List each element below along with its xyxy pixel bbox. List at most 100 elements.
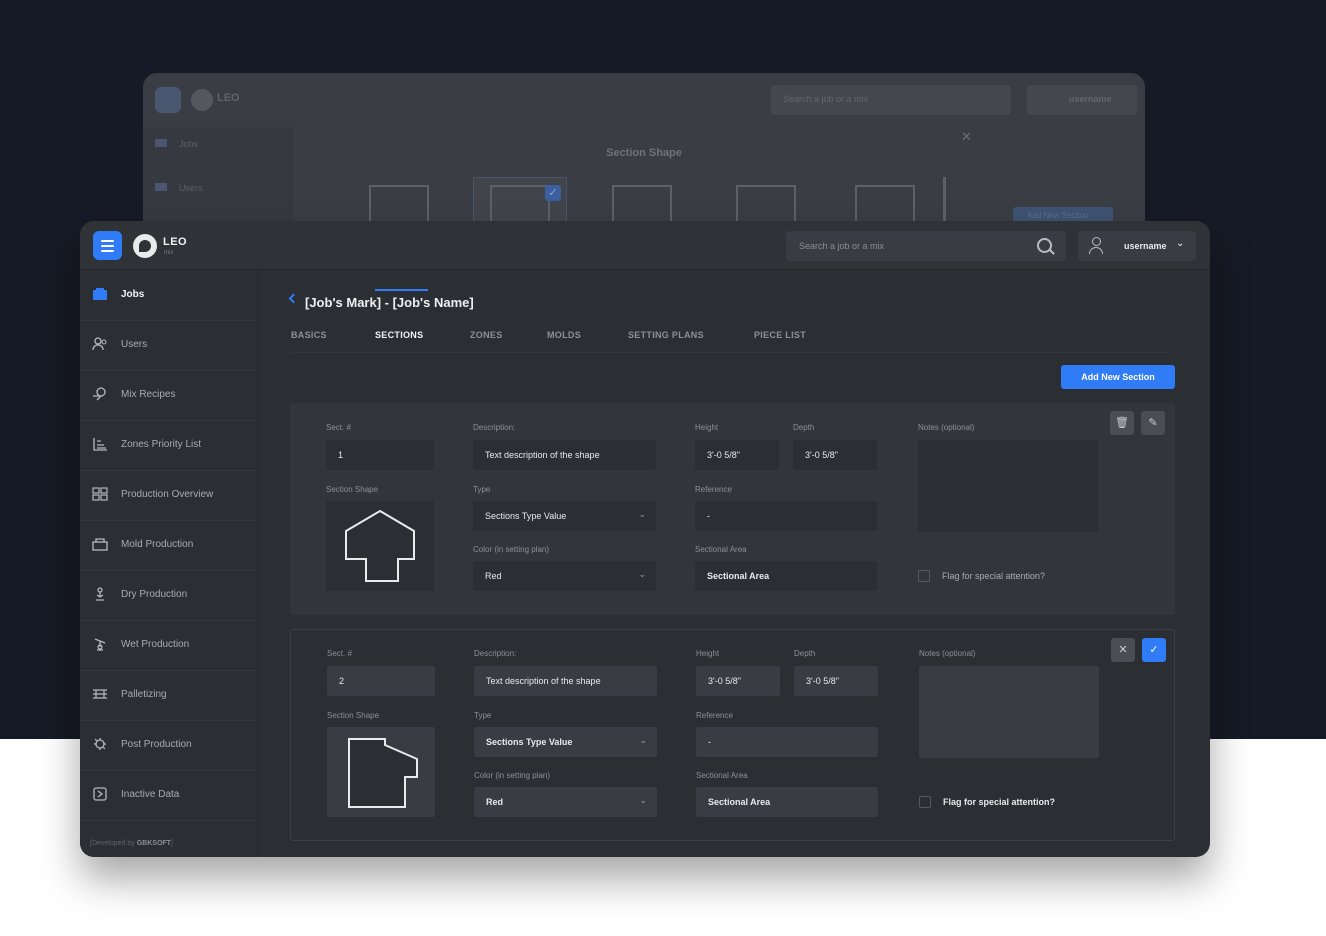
search-placeholder: Search a job or a mix [799,241,885,251]
reference-label: Reference [696,711,733,720]
tab-basics[interactable]: BASICS [291,330,327,340]
section-shape-icon [348,738,418,808]
description-label: Description: [473,423,516,432]
sidebar-item-users[interactable]: Users [80,320,257,371]
description-value: Text description of the shape [485,450,600,460]
app-window: LEO mix Search a job or a mix username ⌄… [80,221,1210,857]
notes-textarea[interactable] [919,666,1099,758]
logo-icon [133,234,157,258]
reference-label: Reference [695,485,732,494]
type-value: Sections Type Value [485,511,567,521]
flag-label: Flag for special attention? [943,797,1056,807]
sidebar-item-wet-production[interactable]: Wet Production [80,620,257,671]
sidebar-item-palletizing[interactable]: Palletizing [80,670,257,721]
cancel-button[interactable]: ✕ [1111,638,1135,662]
active-tab-indicator [375,289,428,291]
sect-no-label: Sect. # [327,649,352,658]
tab-molds[interactable]: MOLDS [547,330,581,340]
shape-option [612,185,672,223]
close-icon: ✕ [1118,644,1128,656]
tab-sections[interactable]: SECTIONS [375,330,423,340]
tab-zones[interactable]: ZONES [470,330,503,340]
menu-button[interactable] [93,231,122,260]
sidebar-item-zones-priority-list[interactable]: Zones Priority List [80,420,257,471]
sidebar-item-label: Jobs [121,289,145,300]
sidebar-item-users: Users [179,183,203,193]
sidebar-item-label: Palletizing [121,689,167,700]
sectional-area-field[interactable]: Sectional Area [695,561,877,591]
sect-no-value: 2 [339,676,345,686]
section-shape-preview[interactable] [327,727,435,817]
type-select[interactable]: Sections Type Value ⌄ [474,727,657,757]
menu-icon [155,87,181,113]
username: username [1124,241,1167,251]
type-label: Type [473,485,491,494]
description-field[interactable]: Text description of the shape [474,666,657,696]
dry-production-icon [92,587,108,601]
depth-field[interactable]: 3'-0 5/8" [793,440,877,470]
tab-divider [291,352,1171,353]
description-field[interactable]: Text description of the shape [473,440,656,470]
sectional-area-label: Sectional Area [695,545,747,554]
delete-button[interactable]: 🗑 [1110,411,1134,435]
flag-label: Flag for special attention? [942,571,1046,581]
app-subtitle: mix [164,250,174,256]
sidebar-item-label: Production Overview [121,489,214,500]
sidebar-item-dry-production[interactable]: Dry Production [80,570,257,621]
inactive-data-icon [92,787,108,801]
flag-checkbox[interactable] [919,796,931,808]
color-select[interactable]: Red ⌄ [474,787,657,817]
edit-button[interactable]: ✎ [1141,411,1165,435]
sidebar-item-jobs[interactable]: Jobs [80,270,257,321]
pencil-icon: ✎ [1148,417,1158,429]
height-label: Height [696,649,720,658]
add-new-section-label: Add New Section [1027,211,1089,220]
reference-field[interactable]: - [696,727,878,757]
sectional-area-field[interactable]: Sectional Area [696,787,878,817]
color-label: Color (in setting plan) [474,771,551,780]
sect-no-field[interactable]: 2 [327,666,435,696]
main-content: [Job's Mark] - [Job's Name] BASICS SECTI… [258,270,1210,857]
sidebar-item-post-production[interactable]: Post Production [80,720,257,771]
user-menu[interactable]: username ⌄ [1078,231,1196,261]
sect-no-field[interactable]: 1 [326,440,434,470]
close-icon: ✕ [961,129,972,144]
section-shape-preview[interactable] [326,501,434,591]
sidebar-item-mold-production[interactable]: Mold Production [80,520,257,571]
height-field[interactable]: 3'-0 5/8" [695,440,779,470]
add-new-section-button[interactable]: Add New Section [1061,365,1175,389]
confirm-button[interactable]: ✓ [1142,638,1166,662]
reference-field[interactable]: - [695,501,877,531]
hamburger-icon [101,245,114,247]
color-label: Color (in setting plan) [473,545,550,554]
depth-field[interactable]: 3'-0 5/8" [794,666,878,696]
zones-priority-icon [92,437,108,451]
chevron-down-icon: ⌄ [638,509,646,519]
height-value: 3'-0 5/8" [707,450,740,460]
notes-label: Notes (optional) [918,423,975,432]
back-arrow-icon[interactable] [288,293,299,304]
modal-title: Section Shape [606,147,682,159]
sidebar-item-inactive-data[interactable]: Inactive Data [80,770,257,821]
section-card-editing: Sect. # 2 Description: Text description … [290,629,1175,841]
scrollbar [943,177,946,223]
search-icon[interactable] [1037,238,1052,253]
type-label: Type [474,711,492,720]
sidebar-item-label: Post Production [121,739,192,750]
sidebar-item-production-overview[interactable]: Production Overview [80,470,257,521]
tab-setting-plans[interactable]: SETTING PLANS [628,330,704,340]
sidebar-item-label: Wet Production [121,639,190,650]
logo-icon [191,89,213,111]
sectional-area-value: Sectional Area [707,571,770,581]
type-select[interactable]: Sections Type Value ⌄ [473,501,656,531]
developer-brand: GBKSOFT [136,840,171,847]
search-input[interactable]: Search a job or a mix [786,231,1066,261]
sidebar-item-mix-recipes[interactable]: Mix Recipes [80,370,257,421]
height-field[interactable]: 3'-0 5/8" [696,666,780,696]
check-icon: ✓ [545,185,561,201]
notes-textarea[interactable] [918,440,1098,532]
flag-checkbox[interactable] [918,570,930,582]
color-select[interactable]: Red ⌄ [473,561,656,591]
depth-label: Depth [794,649,816,658]
tab-piece-list[interactable]: PIECE LIST [754,330,806,340]
